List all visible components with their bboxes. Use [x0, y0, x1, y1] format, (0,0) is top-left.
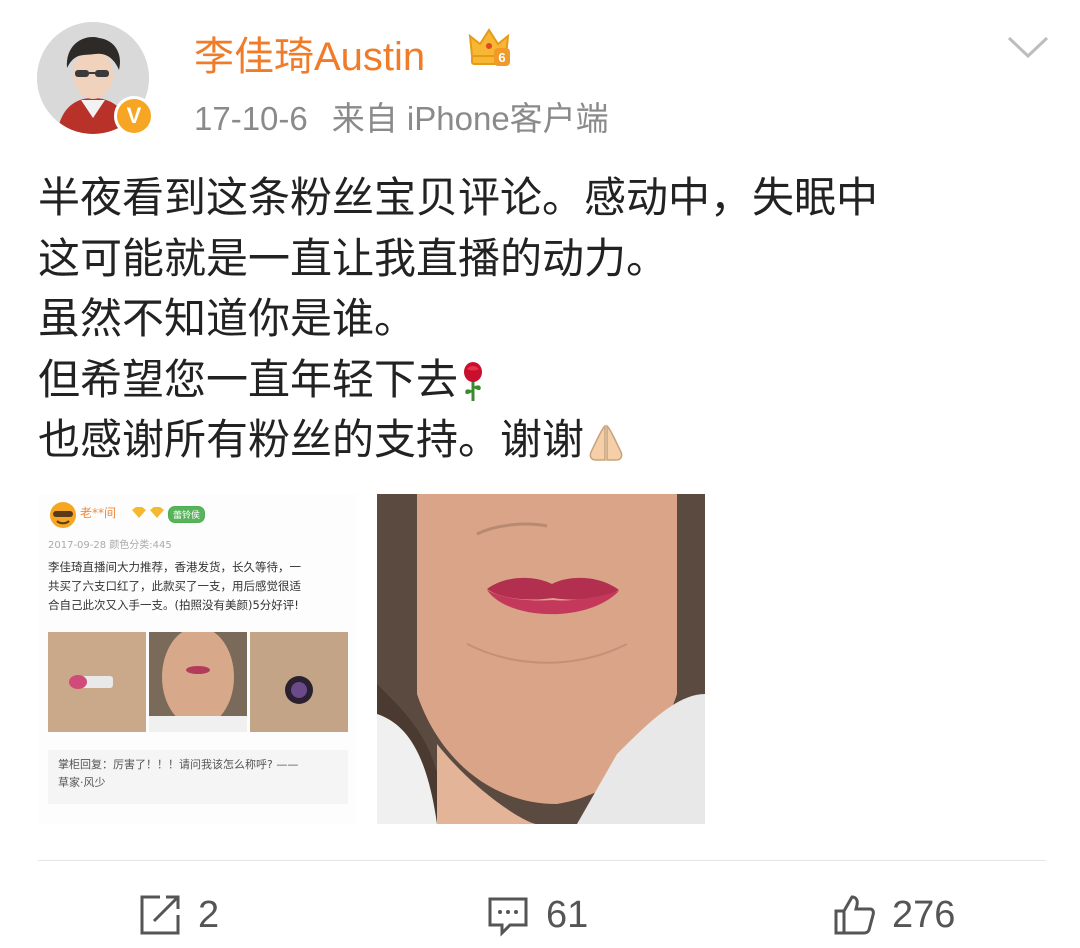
post-image-review-screenshot[interactable]: 老**间 蕾铃侯 2017-09-28 颜色分类:445 李佳琦直播间大力推荐，…	[38, 494, 356, 824]
reply-line: 草家·风少	[58, 776, 106, 789]
rose-icon	[464, 362, 483, 401]
post-image-lips[interactable]	[377, 494, 705, 824]
verified-badge-icon: V	[114, 96, 154, 136]
comment-icon	[488, 897, 528, 937]
shop-reply: 掌柜回复：厉害了！！！请问我该怎么称呼? —— 草家·风少	[48, 750, 348, 804]
post-text: 半夜看到这条粉丝宝贝评论。感动中，失眠中 这可能就是一直让我直播的动力。 虽然不…	[38, 168, 1048, 471]
diamond-icons	[132, 507, 164, 518]
crown-level-icon[interactable]: 6	[466, 26, 512, 68]
username[interactable]: 李佳琦Austin	[194, 24, 425, 82]
comment-count: 61	[546, 893, 589, 936]
post-line-text: 也感谢所有粉丝的支持。谢谢	[38, 415, 585, 464]
post-meta: 17-10-6 来自 iPhone客户端	[194, 92, 609, 140]
post-line: 虽然不知道你是谁。	[38, 294, 417, 343]
like-count: 276	[892, 893, 956, 936]
divider	[38, 860, 1046, 861]
review-line: 合自己此次又入手一支。(拍照没有美颜)5分好评!	[48, 598, 299, 612]
repost-icon	[140, 895, 180, 935]
post-line: 半夜看到这条粉丝宝贝评论。感动中，失眠中	[38, 173, 879, 222]
post-line-text: 但希望您一直年轻下去	[38, 354, 459, 404]
review-line: 共买了六支口红了，此款买了一支，用后感觉很适	[48, 579, 301, 593]
review-line: 李佳琦直播间大力推荐，香港发货，长久等待，一	[48, 560, 301, 574]
reviewer-tag: 蕾铃侯	[168, 506, 206, 523]
post-line: 这可能就是一直让我直播的动力。	[38, 233, 669, 283]
chevron-down-icon[interactable]	[1006, 32, 1050, 62]
repost-count: 2	[198, 893, 220, 936]
reviewer-avatar-icon	[50, 502, 76, 528]
post-line: 但希望您一直年轻下去	[38, 350, 1048, 411]
post-line: 也感谢所有粉丝的支持。谢谢	[38, 410, 1048, 471]
reviewer-name: 老**间	[80, 506, 117, 520]
lips-photo	[377, 494, 705, 824]
review-text: 李佳琦直播间大力推荐，香港发货，长久等待，一 共买了六支口红了，此款买了一支，用…	[48, 558, 348, 615]
praying-hands-icon	[589, 424, 623, 461]
comment-button[interactable]: 61	[484, 890, 588, 940]
reply-line: 掌柜回复：厉害了！！！请问我该怎么称呼? ——	[58, 758, 299, 771]
crown-level-number: 6	[498, 50, 505, 65]
repost-button[interactable]: 2	[136, 890, 219, 940]
post-date: 17-10-6	[194, 100, 308, 137]
review-date: 2017-09-28 颜色分类:445	[48, 540, 172, 551]
post-source: 来自 iPhone客户端	[331, 100, 609, 137]
review-thumbnails	[48, 632, 348, 732]
thumbs-up-icon	[834, 895, 875, 935]
like-button[interactable]: 276	[830, 890, 955, 940]
